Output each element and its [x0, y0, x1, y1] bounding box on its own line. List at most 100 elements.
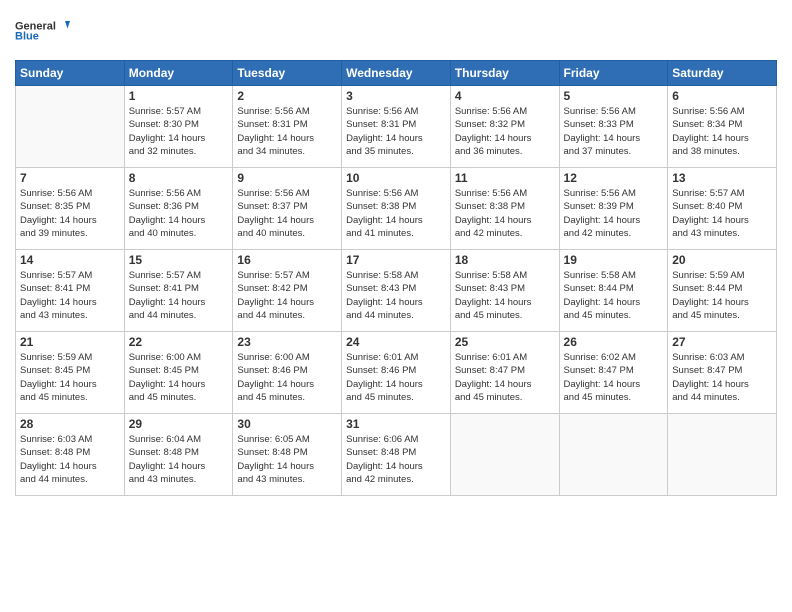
- day-number: 24: [346, 335, 446, 349]
- day-number: 13: [672, 171, 772, 185]
- calendar-cell: 10Sunrise: 5:56 AM Sunset: 8:38 PM Dayli…: [342, 168, 451, 250]
- day-number: 3: [346, 89, 446, 103]
- day-info: Sunrise: 5:57 AM Sunset: 8:42 PM Dayligh…: [237, 269, 337, 322]
- calendar-cell: 16 Sunrise: 5:57 AM Sunset: 8:42 PM Dayli…: [233, 250, 342, 332]
- day-info: Sunrise: 5:56 AM Sunset: 8:32 PM Dayligh…: [455, 105, 555, 158]
- day-info: Sunrise: 6:03 AM Sunset: 8:47 PM Dayligh…: [672, 351, 772, 404]
- calendar-body: 1 Sunrise: 5:57 AM Sunset: 8:30 PM Daylig…: [16, 86, 777, 496]
- day-number: 26: [564, 335, 664, 349]
- calendar-cell: 15Sunrise: 5:57 AM Sunset: 8:41 PM Dayli…: [124, 250, 233, 332]
- day-number: 12: [564, 171, 664, 185]
- day-number: 21: [20, 335, 120, 349]
- header-day: Tuesday: [233, 61, 342, 86]
- day-info: Sunrise: 5:56 AM Sunset: 8:33 PM Dayligh…: [564, 105, 664, 158]
- calendar-cell: 8 Sunrise: 5:56 AM Sunset: 8:36 PM Daylig…: [124, 168, 233, 250]
- calendar-cell: [559, 414, 668, 496]
- header-day: Monday: [124, 61, 233, 86]
- day-number: 18: [455, 253, 555, 267]
- calendar-cell: 6Sunrise: 5:56 AM Sunset: 8:34 PM Daylig…: [668, 86, 777, 168]
- day-info: Sunrise: 5:59 AM Sunset: 8:45 PM Dayligh…: [20, 351, 120, 404]
- day-number: 27: [672, 335, 772, 349]
- day-info: Sunrise: 5:56 AM Sunset: 8:37 PM Dayligh…: [237, 187, 337, 240]
- day-number: 19: [564, 253, 664, 267]
- day-info: Sunrise: 5:56 AM Sunset: 8:39 PM Dayligh…: [564, 187, 664, 240]
- calendar-cell: 3 Sunrise: 5:56 AM Sunset: 8:31 PM Daylig…: [342, 86, 451, 168]
- calendar-cell: 5Sunrise: 5:56 AM Sunset: 8:33 PM Daylig…: [559, 86, 668, 168]
- calendar-cell: 21 Sunrise: 5:59 AM Sunset: 8:45 PM Dayli…: [16, 332, 125, 414]
- day-number: 17: [346, 253, 446, 267]
- calendar-cell: 14 Sunrise: 5:57 AM Sunset: 8:41 PM Dayli…: [16, 250, 125, 332]
- day-number: 4: [455, 89, 555, 103]
- calendar-cell: 17 Sunrise: 5:58 AM Sunset: 8:43 PM Dayli…: [342, 250, 451, 332]
- day-number: 22: [129, 335, 229, 349]
- day-info: Sunrise: 5:57 AM Sunset: 8:41 PM Dayligh…: [20, 269, 120, 322]
- calendar-cell: 27 Sunrise: 6:03 AM Sunset: 8:47 PM Dayli…: [668, 332, 777, 414]
- calendar-cell: 31Sunrise: 6:06 AM Sunset: 8:48 PM Dayli…: [342, 414, 451, 496]
- calendar-cell: 4 Sunrise: 5:56 AM Sunset: 8:32 PM Daylig…: [450, 86, 559, 168]
- calendar-page: General Blue SundayMondayTuesdayWednesda…: [0, 0, 792, 612]
- day-number: 25: [455, 335, 555, 349]
- day-info: Sunrise: 5:58 AM Sunset: 8:43 PM Dayligh…: [346, 269, 446, 322]
- calendar-cell: 23 Sunrise: 6:00 AM Sunset: 8:46 PM Dayli…: [233, 332, 342, 414]
- header-day: Wednesday: [342, 61, 451, 86]
- day-info: Sunrise: 5:56 AM Sunset: 8:35 PM Dayligh…: [20, 187, 120, 240]
- day-info: Sunrise: 6:04 AM Sunset: 8:48 PM Dayligh…: [129, 433, 229, 486]
- day-number: 16: [237, 253, 337, 267]
- day-number: 1: [129, 89, 229, 103]
- day-info: Sunrise: 5:57 AM Sunset: 8:40 PM Dayligh…: [672, 187, 772, 240]
- header: General Blue: [15, 10, 777, 52]
- calendar-week: 7 Sunrise: 5:56 AM Sunset: 8:35 PM Daylig…: [16, 168, 777, 250]
- day-number: 8: [129, 171, 229, 185]
- day-number: 28: [20, 417, 120, 431]
- calendar-cell: [450, 414, 559, 496]
- logo: General Blue: [15, 10, 70, 52]
- day-number: 7: [20, 171, 120, 185]
- day-info: Sunrise: 6:02 AM Sunset: 8:47 PM Dayligh…: [564, 351, 664, 404]
- day-number: 23: [237, 335, 337, 349]
- calendar-cell: 11 Sunrise: 5:56 AM Sunset: 8:38 PM Dayli…: [450, 168, 559, 250]
- calendar-cell: [16, 86, 125, 168]
- day-number: 20: [672, 253, 772, 267]
- calendar-cell: 28Sunrise: 6:03 AM Sunset: 8:48 PM Dayli…: [16, 414, 125, 496]
- calendar-cell: 1 Sunrise: 5:57 AM Sunset: 8:30 PM Daylig…: [124, 86, 233, 168]
- day-info: Sunrise: 6:06 AM Sunset: 8:48 PM Dayligh…: [346, 433, 446, 486]
- day-number: 6: [672, 89, 772, 103]
- day-info: Sunrise: 5:56 AM Sunset: 8:38 PM Dayligh…: [455, 187, 555, 240]
- calendar-cell: 22Sunrise: 6:00 AM Sunset: 8:45 PM Dayli…: [124, 332, 233, 414]
- calendar-table: SundayMondayTuesdayWednesdayThursdayFrid…: [15, 60, 777, 496]
- day-number: 30: [237, 417, 337, 431]
- day-info: Sunrise: 5:56 AM Sunset: 8:36 PM Dayligh…: [129, 187, 229, 240]
- calendar-cell: 7 Sunrise: 5:56 AM Sunset: 8:35 PM Daylig…: [16, 168, 125, 250]
- day-info: Sunrise: 5:58 AM Sunset: 8:43 PM Dayligh…: [455, 269, 555, 322]
- day-info: Sunrise: 5:56 AM Sunset: 8:31 PM Dayligh…: [346, 105, 446, 158]
- calendar-cell: 20 Sunrise: 5:59 AM Sunset: 8:44 PM Dayli…: [668, 250, 777, 332]
- day-number: 14: [20, 253, 120, 267]
- logo-svg: General Blue: [15, 10, 70, 52]
- day-number: 11: [455, 171, 555, 185]
- calendar-cell: 29 Sunrise: 6:04 AM Sunset: 8:48 PM Dayli…: [124, 414, 233, 496]
- calendar-cell: 30 Sunrise: 6:05 AM Sunset: 8:48 PM Dayli…: [233, 414, 342, 496]
- calendar-cell: 2 Sunrise: 5:56 AM Sunset: 8:31 PM Daylig…: [233, 86, 342, 168]
- svg-text:Blue: Blue: [15, 31, 39, 43]
- calendar-cell: 12 Sunrise: 5:56 AM Sunset: 8:39 PM Dayli…: [559, 168, 668, 250]
- day-number: 9: [237, 171, 337, 185]
- calendar-cell: 9 Sunrise: 5:56 AM Sunset: 8:37 PM Daylig…: [233, 168, 342, 250]
- day-info: Sunrise: 6:01 AM Sunset: 8:46 PM Dayligh…: [346, 351, 446, 404]
- calendar-cell: 13 Sunrise: 5:57 AM Sunset: 8:40 PM Dayli…: [668, 168, 777, 250]
- calendar-cell: 18 Sunrise: 5:58 AM Sunset: 8:43 PM Dayli…: [450, 250, 559, 332]
- day-info: Sunrise: 5:57 AM Sunset: 8:30 PM Dayligh…: [129, 105, 229, 158]
- calendar-cell: 24 Sunrise: 6:01 AM Sunset: 8:46 PM Dayli…: [342, 332, 451, 414]
- day-info: Sunrise: 5:59 AM Sunset: 8:44 PM Dayligh…: [672, 269, 772, 322]
- calendar-cell: [668, 414, 777, 496]
- day-number: 2: [237, 89, 337, 103]
- day-number: 10: [346, 171, 446, 185]
- day-info: Sunrise: 5:56 AM Sunset: 8:31 PM Dayligh…: [237, 105, 337, 158]
- day-number: 29: [129, 417, 229, 431]
- header-day: Friday: [559, 61, 668, 86]
- day-info: Sunrise: 6:05 AM Sunset: 8:48 PM Dayligh…: [237, 433, 337, 486]
- calendar-cell: 26 Sunrise: 6:02 AM Sunset: 8:47 PM Dayli…: [559, 332, 668, 414]
- calendar-cell: 19 Sunrise: 5:58 AM Sunset: 8:44 PM Dayli…: [559, 250, 668, 332]
- header-day: Saturday: [668, 61, 777, 86]
- day-info: Sunrise: 5:58 AM Sunset: 8:44 PM Dayligh…: [564, 269, 664, 322]
- day-info: Sunrise: 6:00 AM Sunset: 8:46 PM Dayligh…: [237, 351, 337, 404]
